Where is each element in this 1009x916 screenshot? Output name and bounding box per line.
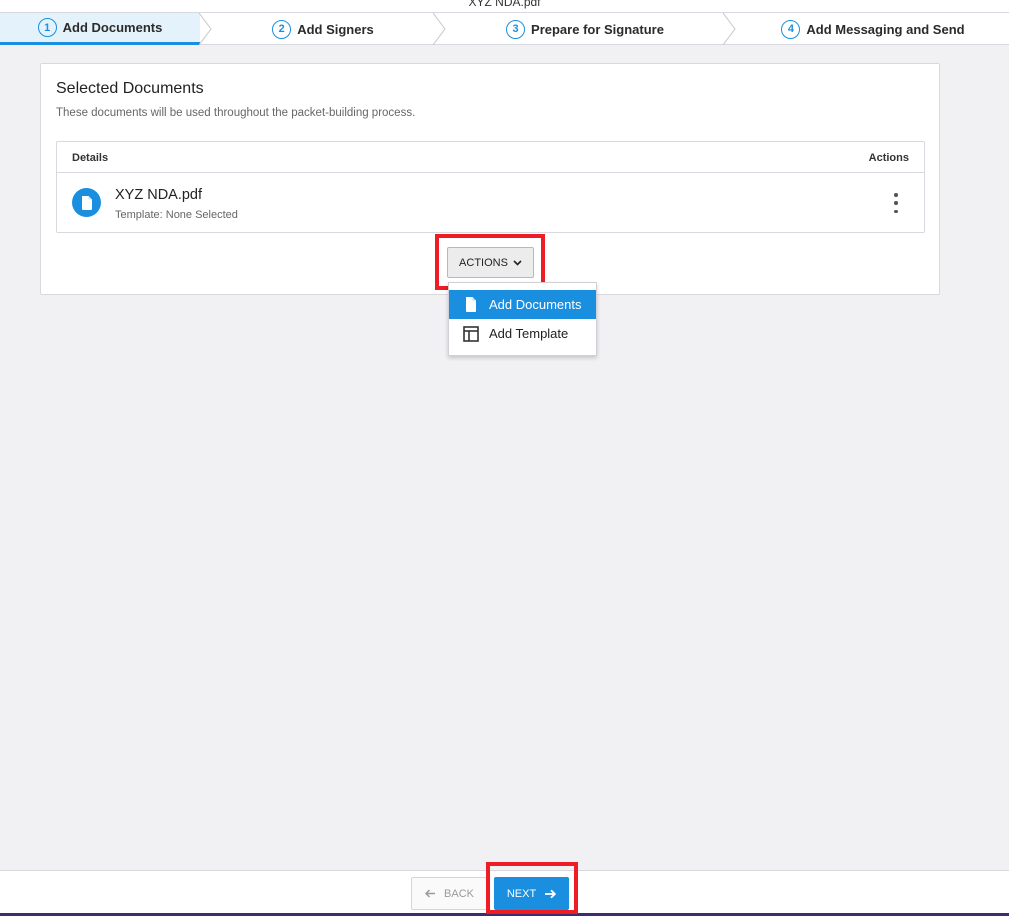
table-header: Details Actions [57, 142, 924, 173]
window-title-bar: XYZ NDA.pdf [0, 0, 1009, 12]
actions-button-label: ACTIONS [459, 256, 508, 269]
actions-dropdown-menu: Add Documents Add Template [448, 282, 597, 356]
more-options-icon[interactable] [888, 193, 904, 213]
menu-item-label: Add Documents [489, 297, 582, 312]
step-label: Add Documents [62, 20, 163, 35]
step-label: Add Signers [297, 21, 374, 37]
chevron-down-icon [513, 259, 522, 266]
next-button-label: NEXT [506, 887, 537, 900]
step-separator-icon [199, 13, 212, 45]
document-name: XYZ NDA.pdf [115, 187, 203, 203]
step-prepare-for-signature[interactable]: 3 Prepare for Signature [447, 13, 723, 45]
step-add-documents[interactable]: 1 Add Documents [0, 13, 200, 45]
menu-item-add-template[interactable]: Add Template [449, 319, 596, 348]
menu-item-add-documents[interactable]: Add Documents [449, 290, 596, 319]
back-button[interactable]: BACK [411, 877, 488, 910]
step-label: Prepare for Signature [531, 21, 664, 37]
card-subtitle: These documents will be used throughout … [56, 107, 416, 119]
actions-button[interactable]: ACTIONS [447, 247, 534, 278]
template-icon [463, 325, 479, 342]
next-button[interactable]: NEXT [494, 877, 569, 910]
step-add-messaging-and-send[interactable]: 4 Add Messaging and Send [737, 13, 1009, 45]
documents-table: Details Actions XYZ NDA.pdf Template: No… [56, 141, 925, 233]
step-label: Add Messaging and Send [806, 21, 965, 37]
step-number: 4 [781, 19, 801, 39]
document-icon [463, 297, 479, 313]
footer-bar: BACK NEXT [0, 870, 1009, 916]
step-separator-icon [723, 13, 736, 45]
menu-item-label: Add Template [489, 326, 569, 341]
window-title: XYZ NDA.pdf [468, 0, 541, 9]
step-separator-icon [433, 13, 446, 45]
progress-stepper: 1 Add Documents 2 Add Signers 3 Prepare … [0, 12, 1009, 45]
step-add-signers[interactable]: 2 Add Signers [213, 13, 433, 45]
header-details: Details [72, 152, 109, 164]
step-number: 3 [506, 19, 526, 39]
back-button-label: BACK [444, 887, 474, 900]
header-actions: Actions [868, 152, 909, 164]
step-number: 2 [272, 19, 292, 39]
step-number: 1 [37, 18, 57, 37]
arrow-right-icon [545, 889, 557, 898]
card-title: Selected Documents [56, 80, 204, 97]
arrow-left-icon [425, 889, 436, 898]
document-template: Template: None Selected [115, 209, 238, 221]
table-row[interactable]: XYZ NDA.pdf Template: None Selected [57, 173, 924, 233]
document-icon [72, 188, 101, 217]
